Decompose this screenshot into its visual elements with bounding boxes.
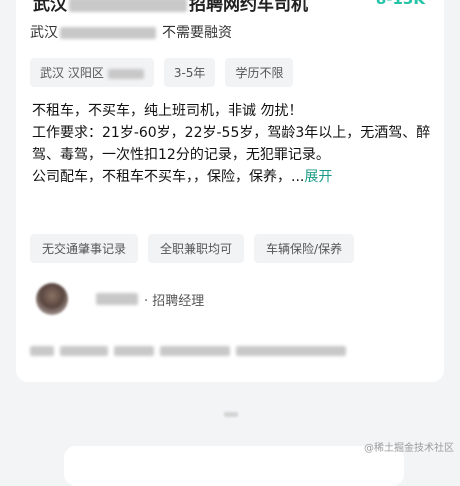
company-prefix: 武汉 bbox=[30, 25, 58, 41]
education-tag: 学历不限 bbox=[225, 58, 294, 87]
recruiter-role: · 招聘经理 bbox=[144, 293, 205, 309]
salary: 8-13K bbox=[376, 0, 425, 8]
expand-button[interactable]: 展开 bbox=[304, 169, 332, 185]
redacted-meta bbox=[160, 346, 230, 356]
location-text: 武汉 汉阳区 bbox=[40, 66, 104, 80]
company-line[interactable]: 武汉 不需要融资 bbox=[30, 22, 232, 42]
watermark: @稀土掘金技术社区 bbox=[364, 443, 454, 454]
recruiter-row[interactable]: · 招聘经理 bbox=[36, 282, 204, 316]
description-line-1: 不租车，不买车，纯上班司机，非诚 勿扰！ bbox=[32, 103, 303, 119]
job-title-suffix: 招聘网约车司机 bbox=[189, 0, 308, 15]
recruiter-name-redacted bbox=[96, 293, 138, 305]
location-tag: 武汉 汉阳区 bbox=[30, 58, 154, 87]
benefit-tag: 全职兼职均可 bbox=[148, 234, 245, 263]
redacted-meta bbox=[30, 346, 54, 356]
job-description: 不租车，不买车，纯上班司机，非诚 勿扰！ 工作要求：21岁-60岁，22岁-55… bbox=[32, 100, 432, 188]
description-line-3: 公司配车，不租车不买车，，保险，保养，...展开 bbox=[32, 166, 432, 188]
redacted-meta bbox=[114, 346, 154, 356]
posting-meta-redacted bbox=[30, 346, 346, 356]
next-job-card[interactable] bbox=[64, 446, 404, 486]
redacted-company bbox=[60, 27, 156, 39]
redacted-text bbox=[69, 0, 187, 12]
loading-indicator bbox=[224, 412, 238, 417]
job-tags: 武汉 汉阳区 3-5年 学历不限 bbox=[30, 58, 294, 87]
benefit-tags: 无交通肇事记录 全职兼职均可 车辆保险/保养 bbox=[30, 234, 355, 263]
job-title-row[interactable]: 武汉 招聘网约车司机 8-13K bbox=[33, 0, 443, 16]
description-line-2: 工作要求：21岁-60岁，22岁-55岁，驾龄3年以上，无酒驾、醉驾、毒驾，一次… bbox=[32, 125, 431, 163]
job-title-prefix: 武汉 bbox=[33, 0, 67, 15]
benefit-tag: 车辆保险/保养 bbox=[254, 234, 355, 263]
experience-tag: 3-5年 bbox=[163, 58, 216, 87]
recruiter-avatar bbox=[36, 283, 68, 315]
company-funding: 不需要融资 bbox=[162, 25, 232, 41]
redacted-meta bbox=[60, 346, 108, 356]
job-title: 武汉 招聘网约车司机 bbox=[33, 0, 308, 15]
redacted-meta bbox=[236, 346, 346, 356]
description-line-3-text: 公司配车，不租车不买车，，保险，保养，... bbox=[32, 169, 305, 185]
redacted-location bbox=[107, 68, 144, 79]
benefit-tag: 无交通肇事记录 bbox=[30, 234, 139, 263]
